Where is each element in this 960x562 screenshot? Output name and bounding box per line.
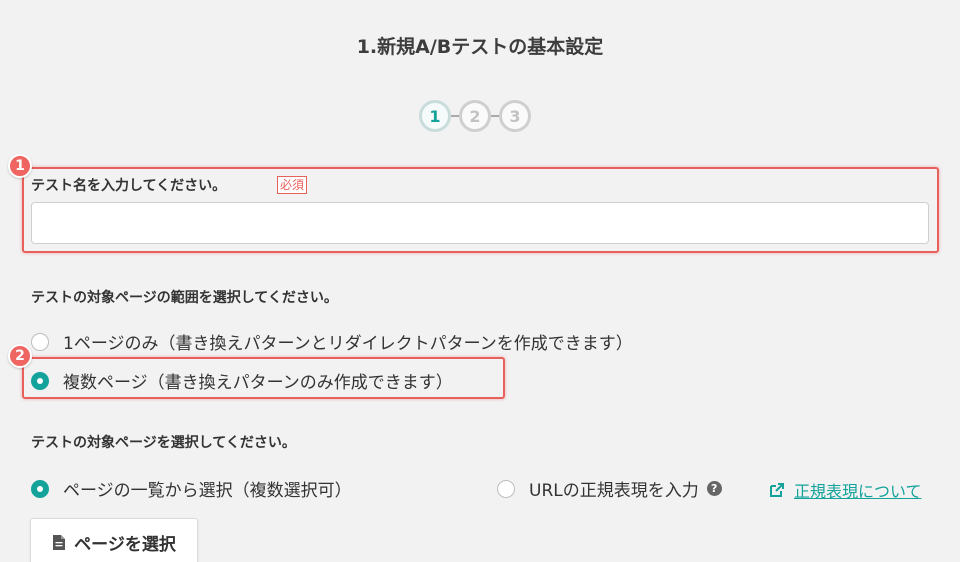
required-badge: 必須 [277,176,308,194]
select-page-button[interactable]: ページを選択 [30,518,198,562]
annotation-badge-2: 2 [8,344,32,368]
scope-option-multiple[interactable]: 複数ページ（書き換えパターンのみ作成できます） [31,368,453,393]
radio-button-checked[interactable] [31,479,49,498]
radio-button-checked[interactable] [31,371,49,390]
scope-option-single[interactable]: 1ページのみ（書き換えパターンとリダイレクトパターンを作成できます） [31,329,633,354]
target-label: テストの対象ページを選択してください。 [31,435,296,451]
regex-help-link-label: 正規表現について [794,482,922,501]
page-title: 1.新規A/Bテストの基本設定 [356,36,604,58]
select-page-button-label: ページを選択 [74,534,176,555]
scope-option-label: 複数ページ（書き換えパターンのみ作成できます） [63,373,453,393]
scope-label: テストの対象ページの範囲を選択してください。 [31,290,338,306]
question-circle-icon[interactable]: ? [706,481,722,496]
target-option-label: URLの正規表現を入力 [529,481,699,501]
external-link-icon [770,483,784,497]
radio-button[interactable] [31,332,49,351]
target-option-regex[interactable]: URLの正規表現を入力 ? [497,476,722,501]
regex-help-link[interactable]: 正規表現について [768,478,922,502]
target-option-label: ページの一覧から選択（複数選択可） [63,481,352,501]
document-icon [53,534,66,550]
step-connector [451,115,459,117]
target-option-list[interactable]: ページの一覧から選択（複数選択可） [31,476,352,501]
step-indicator: 1 2 3 [419,100,531,132]
test-name-input[interactable] [31,202,929,244]
step-1: 1 [419,100,451,132]
test-name-label: テスト名を入力してください。 [31,178,227,194]
annotation-badge-1: 1 [8,154,32,178]
step-2: 2 [459,100,491,132]
scope-option-label: 1ページのみ（書き換えパターンとリダイレクトパターンを作成できます） [63,334,633,354]
step-connector [491,115,499,117]
radio-button[interactable] [497,479,515,498]
step-3: 3 [499,100,531,132]
